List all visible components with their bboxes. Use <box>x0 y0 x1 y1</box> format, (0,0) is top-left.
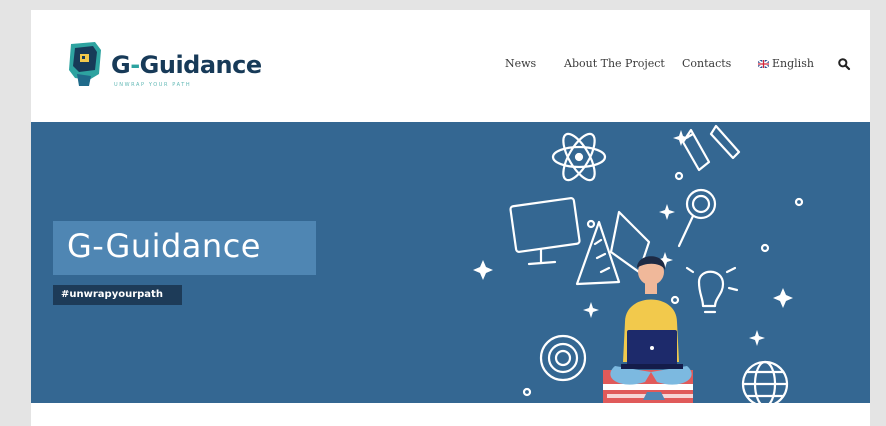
nav-news[interactable]: News <box>505 57 536 70</box>
hashtag-text: #unwrapyourpath <box>61 289 163 300</box>
planet-icon <box>539 334 587 382</box>
lightbulb-icon <box>685 266 739 314</box>
nav-about-project[interactable]: About The Project <box>564 57 665 70</box>
atom-icon <box>551 132 607 182</box>
uk-flag-icon <box>758 59 769 68</box>
hero-illustration <box>473 124 804 403</box>
site-logo[interactable]: G-Guidance UNWRAP YOUR PATH <box>65 40 262 92</box>
person-illustration <box>603 256 693 403</box>
language-label: English <box>772 57 814 70</box>
logo-wordmark: G-Guidance <box>111 51 262 79</box>
monitor-icon <box>509 197 581 266</box>
logo-tagline: UNWRAP YOUR PATH <box>114 82 192 88</box>
hashtag-badge: #unwrapyourpath <box>53 285 182 305</box>
test-tube-icon <box>681 124 741 172</box>
globe-icon <box>741 360 789 403</box>
search-icon[interactable] <box>837 57 851 71</box>
nav-contacts[interactable]: Contacts <box>682 57 731 70</box>
site-header: G-Guidance UNWRAP YOUR PATH News About T… <box>31 10 870 122</box>
magnifier-icon <box>677 188 717 248</box>
logo-robot-icon <box>69 42 101 86</box>
browser-page: G-Guidance UNWRAP YOUR PATH News About T… <box>31 10 870 426</box>
language-selector[interactable]: English <box>758 57 814 70</box>
hero-banner: G-Guidance #unwrapyourpath <box>31 122 870 403</box>
page-content-start <box>31 403 870 426</box>
hero-title: G-Guidance <box>67 227 261 265</box>
hero-title-box: G-Guidance <box>53 221 316 275</box>
